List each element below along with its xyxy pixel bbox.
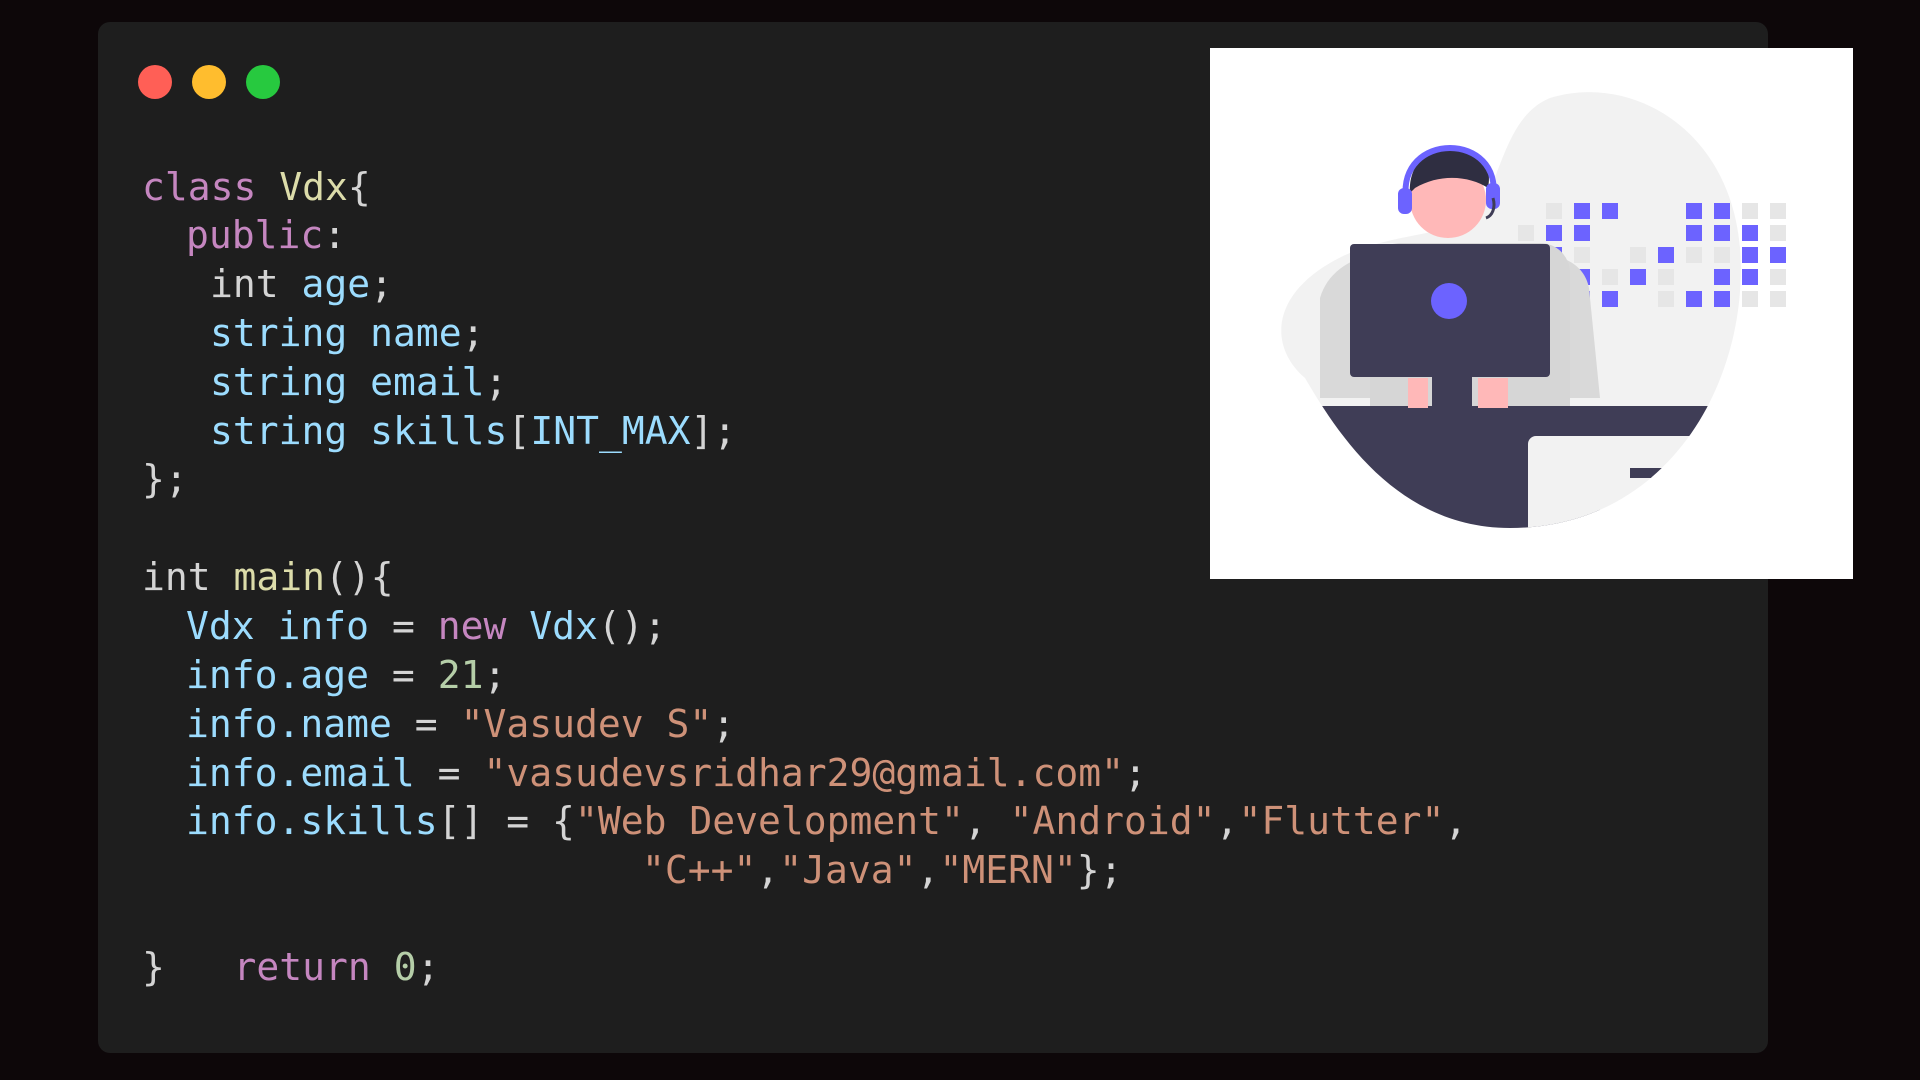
identifier: info bbox=[277, 604, 370, 648]
type: string bbox=[210, 409, 348, 453]
code-line-11: info.name = "Vasudev S"; bbox=[186, 701, 735, 747]
identifier: INT_MAX bbox=[530, 409, 691, 453]
punctuation: { bbox=[347, 165, 371, 209]
punctuation: ; bbox=[416, 945, 440, 989]
code-line-1: class Vdx{ bbox=[142, 164, 371, 210]
type: int bbox=[142, 555, 211, 599]
punctuation: }; bbox=[1076, 848, 1123, 892]
monitor-stand bbox=[1432, 377, 1472, 412]
punctuation: ; bbox=[484, 360, 508, 404]
code-line-3: int age; bbox=[210, 261, 393, 307]
class-name: Vdx bbox=[186, 604, 255, 648]
identifier: skills bbox=[370, 409, 508, 453]
code-line-12: info.email = "vasudevsridhar29@gmail.com… bbox=[186, 750, 1147, 796]
code-line-13: info.skills[] = {"Web Development", "And… bbox=[186, 798, 1467, 844]
punctuation: }; bbox=[142, 457, 188, 501]
keyword: return bbox=[233, 945, 371, 989]
identifier: name bbox=[370, 311, 462, 355]
code-line-4: string name; bbox=[210, 310, 485, 356]
keyword: class bbox=[142, 165, 257, 209]
code-line-9: Vdx info = new Vdx(); bbox=[186, 603, 667, 649]
monitor-logo bbox=[1431, 283, 1467, 319]
identifier: email bbox=[370, 360, 485, 404]
type: string bbox=[210, 360, 348, 404]
code-line-5: string email; bbox=[210, 359, 507, 405]
function-name: main bbox=[233, 555, 326, 599]
punctuation: ; bbox=[1124, 751, 1147, 795]
type: string bbox=[210, 311, 348, 355]
identifier: info.email bbox=[186, 751, 415, 795]
punctuation: } bbox=[142, 945, 165, 989]
operator: = bbox=[414, 702, 438, 746]
operator: = bbox=[391, 653, 415, 697]
close-button[interactable] bbox=[138, 65, 172, 99]
punctuation: [ bbox=[507, 409, 531, 453]
code-line-6: string skills[INT_MAX]; bbox=[210, 408, 736, 454]
punctuation: (){ bbox=[325, 555, 394, 599]
type: int bbox=[210, 262, 279, 306]
string: "Android" bbox=[1009, 799, 1216, 843]
code-line-7: }; bbox=[142, 456, 188, 502]
punctuation: , bbox=[756, 848, 780, 892]
string: "Web Development" bbox=[574, 799, 964, 843]
string: "Java" bbox=[779, 848, 917, 892]
string: "vasudevsridhar29@gmail.com" bbox=[483, 751, 1125, 795]
class-name: Vdx bbox=[279, 165, 348, 209]
code-line-14: "C++","Java","MERN"}; bbox=[642, 847, 1123, 893]
number: 21 bbox=[437, 653, 484, 697]
code-line-8: int main(){ bbox=[142, 554, 394, 600]
code-line-15: } return 0; bbox=[142, 944, 439, 990]
keyword: public bbox=[186, 213, 324, 257]
punctuation: ; bbox=[712, 702, 736, 746]
string: "Flutter" bbox=[1238, 799, 1445, 843]
punctuation: , bbox=[1444, 799, 1468, 843]
code-line-10: info.age = 21; bbox=[186, 652, 506, 698]
keyword: new bbox=[437, 604, 507, 648]
punctuation: , bbox=[1215, 799, 1239, 843]
punctuation: [] = { bbox=[437, 799, 575, 843]
punctuation: : bbox=[323, 213, 347, 257]
operator: = bbox=[437, 751, 461, 795]
punctuation: ]; bbox=[690, 409, 737, 453]
identifier: info.name bbox=[186, 702, 392, 746]
maximize-button[interactable] bbox=[246, 65, 280, 99]
string: "Vasudev S" bbox=[460, 702, 713, 746]
number: 0 bbox=[393, 945, 417, 989]
code-window: class Vdx{ public: int age; string name;… bbox=[98, 22, 1853, 1053]
punctuation: ; bbox=[483, 653, 507, 697]
punctuation: (); bbox=[597, 604, 667, 648]
punctuation: , bbox=[963, 799, 1010, 843]
punctuation: ; bbox=[461, 311, 485, 355]
minimize-button[interactable] bbox=[192, 65, 226, 99]
punctuation: ; bbox=[370, 262, 394, 306]
class-name: Vdx bbox=[529, 604, 598, 648]
string: "MERN" bbox=[939, 848, 1077, 892]
operator: = bbox=[391, 604, 415, 648]
developer-illustration bbox=[1210, 48, 1853, 579]
developer-at-desk-illustration bbox=[1281, 92, 1786, 529]
identifier: age bbox=[301, 262, 371, 306]
identifier: info.age bbox=[186, 653, 370, 697]
identifier: info.skills bbox=[186, 799, 438, 843]
punctuation: , bbox=[916, 848, 940, 892]
code-line-2: public: bbox=[186, 212, 346, 258]
string: "C++" bbox=[642, 848, 757, 892]
